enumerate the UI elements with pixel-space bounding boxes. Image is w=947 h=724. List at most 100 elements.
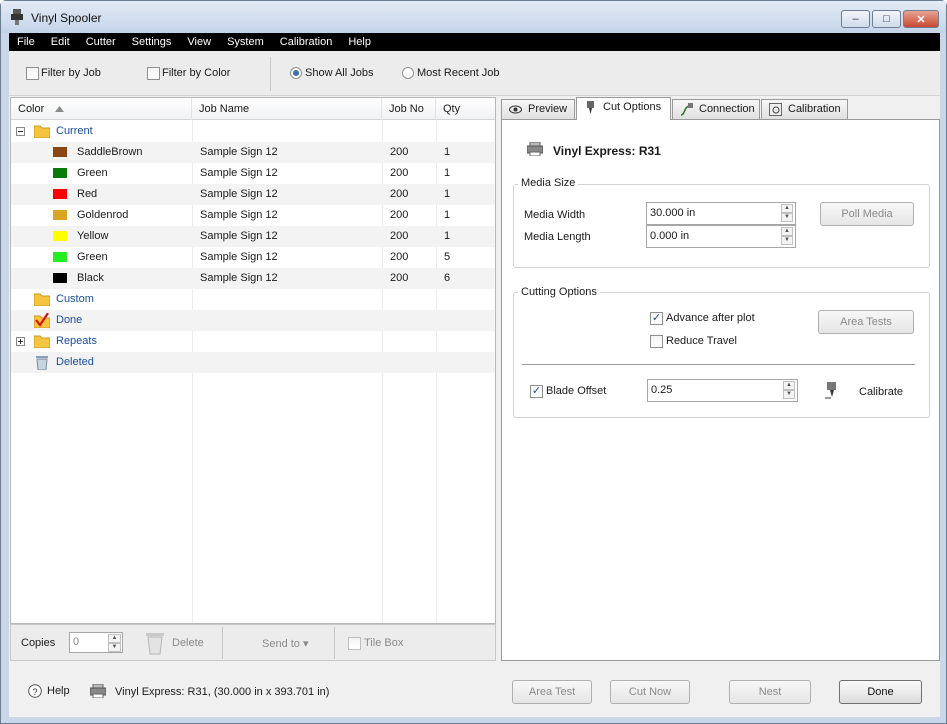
- area-tests-button[interactable]: Area Tests: [818, 310, 914, 334]
- media-width-stepper[interactable]: ▲ ▼: [781, 204, 793, 223]
- expand-icon[interactable]: [16, 337, 25, 346]
- menu-help[interactable]: Help: [340, 33, 379, 51]
- tab-calibration-label: Calibration: [788, 103, 841, 115]
- cut-now-button[interactable]: Cut Now: [610, 680, 690, 704]
- tab-connection[interactable]: Connection: [672, 99, 760, 119]
- table-row[interactable]: Goldenrod Sample Sign 12 200 1: [11, 205, 495, 226]
- job-actions-bar: Copies 0 ▲ ▼ Delete Send to ▾ Tile Box: [10, 624, 496, 661]
- done-button[interactable]: Done: [839, 680, 922, 704]
- tile-box-checkbox[interactable]: [348, 637, 361, 650]
- table-row[interactable]: Green Sample Sign 12 200 5: [11, 247, 495, 268]
- tab-preview[interactable]: Preview: [501, 99, 575, 119]
- group-row-repeats[interactable]: Repeats: [11, 331, 495, 352]
- filter-by-color-label[interactable]: Filter by Color: [162, 67, 230, 79]
- advance-after-plot-checkbox[interactable]: ✓: [650, 312, 663, 325]
- media-length-label: Media Length: [524, 231, 591, 243]
- eye-icon: [509, 105, 522, 114]
- show-all-jobs-radio[interactable]: [290, 67, 302, 79]
- trash-icon: [36, 356, 48, 370]
- menu-edit[interactable]: Edit: [43, 33, 78, 51]
- blade-offset-field[interactable]: 0.25 ▲ ▼: [647, 379, 798, 402]
- row-job-name: Sample Sign 12: [200, 188, 278, 200]
- show-all-jobs-label[interactable]: Show All Jobs: [305, 67, 373, 79]
- calibrate-button[interactable]: Calibrate: [859, 386, 903, 398]
- blade-offset-checkbox[interactable]: ✓: [530, 385, 543, 398]
- stepper-up-icon[interactable]: ▲: [108, 634, 121, 643]
- reduce-travel-checkbox[interactable]: [650, 335, 663, 348]
- most-recent-job-radio[interactable]: [402, 67, 414, 79]
- main-window: Vinyl Spooler – □ ✕ File Edit Cutter Set…: [0, 0, 947, 724]
- stepper-up-icon[interactable]: ▲: [781, 204, 793, 213]
- window-title: Vinyl Spooler: [31, 11, 102, 25]
- color-swatch: [53, 252, 67, 262]
- maximize-button[interactable]: □: [872, 10, 901, 28]
- stepper-down-icon[interactable]: ▼: [781, 213, 793, 222]
- delete-trash-icon[interactable]: [146, 631, 164, 655]
- delete-button[interactable]: Delete: [172, 637, 204, 649]
- color-swatch: [53, 231, 67, 241]
- stepper-down-icon[interactable]: ▼: [108, 643, 121, 652]
- collapse-icon[interactable]: [16, 127, 25, 136]
- stepper-up-icon[interactable]: ▲: [783, 381, 795, 390]
- tab-calibration[interactable]: Calibration: [761, 99, 848, 119]
- calibrate-blade-icon[interactable]: [824, 382, 838, 400]
- toolbar-divider: [270, 57, 271, 91]
- most-recent-job-label[interactable]: Most Recent Job: [417, 67, 500, 79]
- menu-view[interactable]: View: [179, 33, 219, 51]
- group-row-custom[interactable]: Custom: [11, 289, 495, 310]
- copies-value: 0: [73, 636, 80, 648]
- col-header-job-name[interactable]: Job Name: [192, 98, 382, 120]
- title-bar: Vinyl Spooler – □ ✕: [1, 1, 946, 33]
- group-row-done[interactable]: Done: [11, 310, 495, 331]
- help-icon[interactable]: ?: [28, 684, 42, 698]
- row-job-no: 200: [390, 272, 409, 284]
- stepper-down-icon[interactable]: ▼: [781, 236, 793, 245]
- poll-media-button[interactable]: Poll Media: [820, 202, 914, 226]
- menu-cutter[interactable]: Cutter: [78, 33, 124, 51]
- group-row-current[interactable]: Current: [11, 121, 495, 142]
- advance-after-plot-label[interactable]: Advance after plot: [666, 312, 755, 324]
- send-to-button[interactable]: Send to ▾: [262, 637, 309, 650]
- col-header-color[interactable]: Color: [11, 98, 192, 120]
- col-header-qty[interactable]: Qty: [436, 98, 495, 120]
- tile-box-label[interactable]: Tile Box: [364, 637, 403, 649]
- row-job-no: 200: [390, 230, 409, 242]
- table-row[interactable]: Black Sample Sign 12 200 6: [11, 268, 495, 289]
- media-width-field[interactable]: 30.000 in ▲ ▼: [646, 202, 796, 225]
- blade-offset-stepper[interactable]: ▲ ▼: [783, 381, 795, 400]
- tab-connection-label: Connection: [699, 103, 755, 115]
- media-length-field[interactable]: 0.000 in ▲ ▼: [646, 225, 796, 248]
- menu-settings[interactable]: Settings: [124, 33, 180, 51]
- filter-by-job-checkbox[interactable]: [26, 67, 39, 80]
- menu-calibration[interactable]: Calibration: [272, 33, 341, 51]
- close-button[interactable]: ✕: [903, 10, 939, 28]
- table-row[interactable]: SaddleBrown Sample Sign 12 200 1: [11, 142, 495, 163]
- area-test-button[interactable]: Area Test: [512, 680, 592, 704]
- color-swatch: [53, 210, 67, 220]
- table-row[interactable]: Green Sample Sign 12 200 1: [11, 163, 495, 184]
- sort-asc-icon: [55, 106, 65, 112]
- help-link[interactable]: Help: [47, 685, 70, 697]
- minimize-button[interactable]: –: [841, 10, 870, 28]
- nest-button[interactable]: Nest: [729, 680, 811, 704]
- stepper-down-icon[interactable]: ▼: [783, 390, 795, 399]
- row-job-name: Sample Sign 12: [200, 146, 278, 158]
- reduce-travel-label[interactable]: Reduce Travel: [666, 335, 737, 347]
- blade-offset-label[interactable]: Blade Offset: [546, 385, 606, 397]
- group-row-deleted[interactable]: Deleted: [11, 352, 495, 373]
- media-length-stepper[interactable]: ▲ ▼: [781, 227, 793, 246]
- filter-by-job-label[interactable]: Filter by Job: [41, 67, 101, 79]
- tab-cut-options[interactable]: Cut Options: [576, 97, 671, 120]
- stepper-up-icon[interactable]: ▲: [781, 227, 793, 236]
- row-qty: 1: [444, 146, 451, 158]
- filter-by-color-checkbox[interactable]: [147, 67, 160, 80]
- col-header-job-no[interactable]: Job No: [382, 98, 436, 120]
- table-row[interactable]: Yellow Sample Sign 12 200 1: [11, 226, 495, 247]
- table-row[interactable]: Red Sample Sign 12 200 1: [11, 184, 495, 205]
- copies-stepper[interactable]: 0 ▲ ▼: [69, 632, 123, 653]
- blade-offset-value: 0.25: [651, 384, 673, 396]
- menu-system[interactable]: System: [219, 33, 272, 51]
- divider: [334, 627, 335, 659]
- menu-file[interactable]: File: [9, 33, 43, 51]
- row-color-name: Yellow: [77, 230, 109, 242]
